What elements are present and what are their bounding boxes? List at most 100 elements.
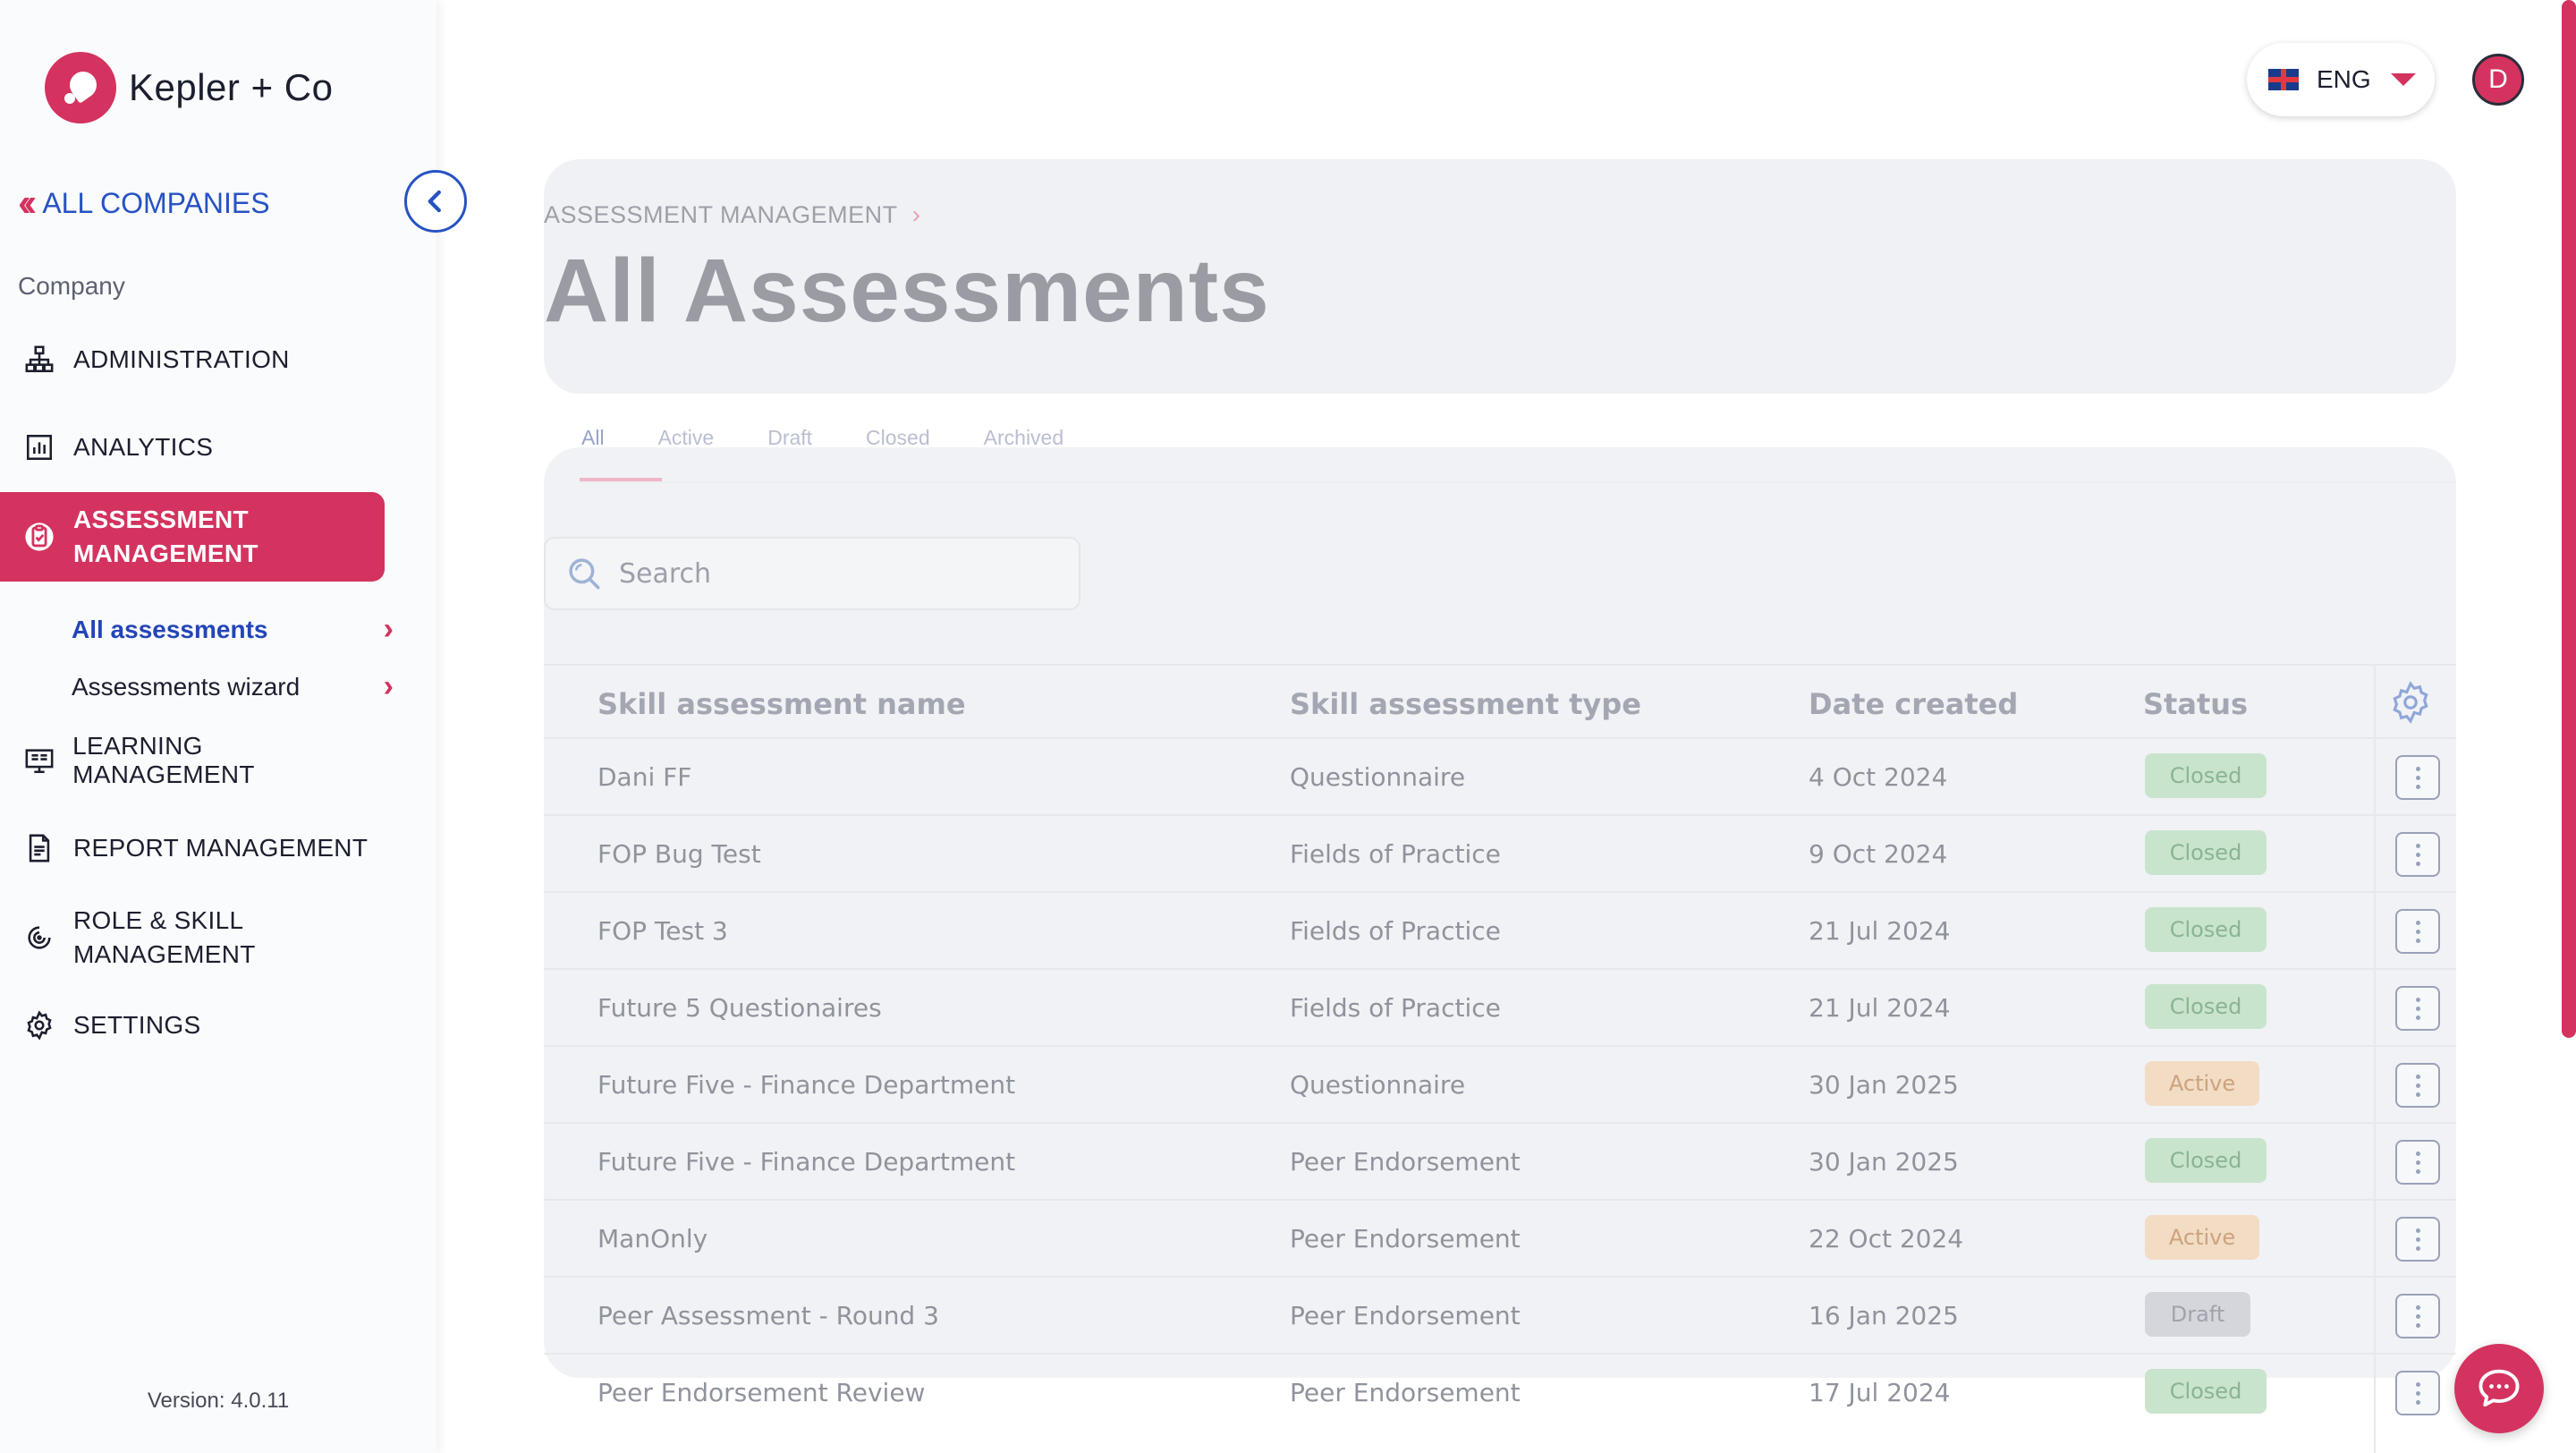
monitor-book-icon — [23, 744, 55, 777]
cell-date: 30 Jan 2025 — [1809, 1070, 1959, 1100]
language-label: ENG — [2317, 65, 2371, 93]
all-companies-link[interactable]: ‹‹ ALL COMPANIES — [18, 181, 270, 225]
cell-name: Peer Assessment - Round 3 — [597, 1301, 939, 1330]
brand-logo[interactable]: Kepler + Co — [45, 52, 333, 123]
cell-date: 17 Jul 2024 — [1809, 1378, 1951, 1407]
page-title: All Assessments — [544, 241, 1270, 341]
row-actions-button[interactable] — [2395, 986, 2440, 1031]
language-selector[interactable]: ENG — [2247, 43, 2435, 116]
cell-name: ManOnly — [597, 1224, 708, 1253]
cell-type: Fields of Practice — [1290, 839, 1501, 869]
sidebar-item-label: ANALYTICS — [73, 433, 214, 461]
sidebar-subitem-assessments-wizard[interactable]: Assessments wizard › — [72, 669, 394, 704]
table-row[interactable]: Peer Endorsement Review Peer Endorsement… — [544, 1355, 2456, 1432]
kebab-dot-icon — [2415, 1236, 2420, 1242]
caret-down-icon — [2390, 73, 2416, 86]
column-header-status[interactable]: Status — [2143, 687, 2248, 721]
table-row[interactable]: ManOnly Peer Endorsement 22 Oct 2024 Act… — [544, 1201, 2456, 1278]
row-actions-button[interactable] — [2395, 1140, 2440, 1185]
kebab-dot-icon — [2415, 843, 2420, 848]
cell-name: Peer Endorsement Review — [597, 1378, 926, 1407]
table-row[interactable]: Dani FF Questionnaire 4 Oct 2024 Closed — [544, 739, 2456, 816]
cell-date: 22 Oct 2024 — [1809, 1224, 1964, 1253]
kebab-dot-icon — [2415, 1399, 2420, 1405]
cell-type: Questionnaire — [1290, 1070, 1466, 1100]
sidebar-item-assessment-management[interactable]: ASSESSMENT MANAGEMENT — [0, 492, 385, 582]
chat-support-button[interactable] — [2454, 1344, 2544, 1433]
bar-chart-icon — [23, 431, 55, 463]
tab-closed[interactable]: Closed — [866, 426, 930, 450]
cell-type: Peer Endorsement — [1290, 1378, 1521, 1407]
cell-date: 21 Jul 2024 — [1809, 916, 1951, 946]
status-badge: Closed — [2145, 1138, 2267, 1183]
table-settings-gear-icon[interactable] — [2388, 680, 2433, 725]
status-badge: Closed — [2145, 1369, 2267, 1414]
tab-active[interactable]: Active — [658, 426, 715, 450]
page-scrollbar[interactable] — [2562, 0, 2576, 1038]
row-actions-button[interactable] — [2395, 1294, 2440, 1338]
cell-type: Fields of Practice — [1290, 916, 1501, 946]
sidebar-item-learning-management[interactable]: LEARNING MANAGEMENT — [0, 732, 385, 788]
collapse-sidebar-button[interactable] — [404, 170, 467, 233]
row-actions-button[interactable] — [2395, 1371, 2440, 1415]
status-badge: Closed — [2145, 984, 2267, 1029]
search-box[interactable] — [544, 537, 1080, 610]
cell-type: Questionnaire — [1290, 762, 1466, 792]
sidebar-item-label: ROLE & SKILL MANAGEMENT — [73, 906, 256, 968]
column-header-type[interactable]: Skill assessment type — [1290, 687, 1641, 721]
kebab-dot-icon — [2415, 1322, 2420, 1328]
all-companies-label: ALL COMPANIES — [42, 186, 270, 219]
uk-flag-icon — [2268, 69, 2299, 90]
search-icon — [569, 558, 600, 590]
table-header: Skill assessment name Skill assessment t… — [544, 664, 2456, 739]
table-row[interactable]: Future Five - Finance Department Peer En… — [544, 1124, 2456, 1201]
kebab-dot-icon — [2415, 1083, 2420, 1088]
table-row[interactable]: Future 5 Questionaires Fields of Practic… — [544, 970, 2456, 1047]
search-input[interactable] — [619, 557, 1048, 590]
column-header-name[interactable]: Skill assessment name — [597, 687, 966, 721]
clipboard-check-icon — [23, 521, 55, 553]
column-header-date[interactable]: Date created — [1809, 687, 2018, 721]
kebab-dot-icon — [2415, 766, 2420, 771]
sidebar-item-administration[interactable]: ADMINISTRATION — [0, 340, 385, 379]
status-badge: Closed — [2145, 830, 2267, 875]
kebab-dot-icon — [2415, 775, 2420, 780]
tab-archived[interactable]: Archived — [984, 426, 1063, 450]
kebab-dot-icon — [2415, 784, 2420, 789]
sidebar-item-settings[interactable]: SETTINGS — [0, 1006, 385, 1045]
sidebar-item-role-skill-management[interactable]: ROLE & SKILL MANAGEMENT — [0, 902, 385, 973]
row-actions-button[interactable] — [2395, 755, 2440, 800]
user-avatar[interactable]: D — [2472, 54, 2524, 106]
cell-name: FOP Test 3 — [597, 916, 728, 946]
kebab-dot-icon — [2415, 920, 2420, 925]
cell-type: Peer Endorsement — [1290, 1301, 1521, 1330]
sidebar-item-report-management[interactable]: REPORT MANAGEMENT — [0, 828, 385, 868]
chat-bubble-icon — [2479, 1369, 2520, 1407]
status-badge: Closed — [2145, 753, 2267, 798]
row-actions-button[interactable] — [2395, 832, 2440, 877]
sidebar-subitem-all-assessments[interactable]: All assessments › — [72, 612, 394, 647]
sidebar-item-analytics[interactable]: ANALYTICS — [0, 428, 385, 467]
cell-name: Future 5 Questionaires — [597, 993, 882, 1023]
cell-date: 16 Jan 2025 — [1809, 1301, 1959, 1330]
status-badge: Active — [2145, 1061, 2259, 1106]
kebab-dot-icon — [2415, 852, 2420, 857]
chevron-right-icon: › — [383, 612, 394, 646]
row-actions-button[interactable] — [2395, 1063, 2440, 1108]
table-row[interactable]: FOP Test 3 Fields of Practice 21 Jul 202… — [544, 893, 2456, 970]
row-actions-button[interactable] — [2395, 909, 2440, 954]
tab-draft[interactable]: Draft — [767, 426, 812, 450]
sidebar-item-label: LEARNING MANAGEMENT — [72, 732, 255, 788]
gear-icon — [23, 1009, 55, 1041]
status-tabs: All Active Draft Closed Archived — [581, 426, 1117, 450]
kebab-dot-icon — [2415, 1245, 2420, 1251]
table-row[interactable]: Peer Assessment - Round 3 Peer Endorseme… — [544, 1278, 2456, 1355]
table-row[interactable]: Future Five - Finance Department Questio… — [544, 1047, 2456, 1124]
tabs-divider — [580, 481, 2456, 483]
sidebar: Kepler + Co ‹‹ ALL COMPANIES Company ADM… — [0, 0, 436, 1453]
status-badge: Draft — [2145, 1292, 2250, 1337]
table-row[interactable]: FOP Bug Test Fields of Practice 9 Oct 20… — [544, 816, 2456, 893]
row-actions-button[interactable] — [2395, 1217, 2440, 1262]
breadcrumb-item[interactable]: ASSESSMENT MANAGEMENT — [544, 201, 898, 229]
tab-all[interactable]: All — [581, 426, 605, 450]
